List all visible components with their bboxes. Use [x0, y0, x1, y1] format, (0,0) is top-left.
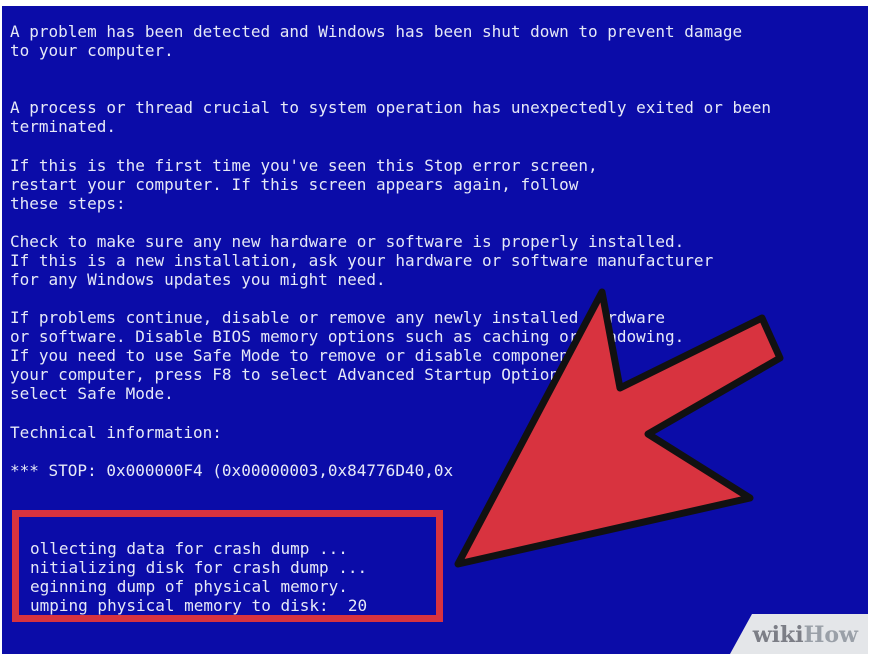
bsod-text-line: A process or thread crucial to system op…	[10, 98, 771, 117]
crash-dump-line: umping physical memory to disk: 20	[30, 596, 368, 615]
bsod-text-line: terminated.	[10, 117, 116, 136]
bsod-text-line: your computer, press F8 to select Advanc…	[10, 365, 579, 384]
crash-dump-line: eginning dump of physical memory.	[30, 577, 348, 596]
bsod-text-line: for any Windows updates you might need.	[10, 270, 386, 289]
crash-dump-line: ollecting data for crash dump ...	[30, 539, 348, 558]
crash-dump-highlight-box: ollecting data for crash dump ... nitial…	[12, 510, 443, 622]
bsod-text-line: If problems continue, disable or remove …	[10, 308, 666, 327]
bsod-text-line: Check to make sure any new hardware or s…	[10, 232, 685, 251]
wikihow-logo: wikiHow	[753, 622, 858, 648]
bsod-text-line: select Safe Mode.	[10, 384, 174, 403]
bsod-text-line: Technical information:	[10, 423, 222, 442]
bsod-text-line: to your computer.	[10, 41, 174, 60]
wikihow-logo-prefix: wiki	[752, 622, 804, 648]
wikihow-logo-suffix: How	[803, 622, 858, 648]
crash-dump-line: nitializing disk for crash dump ...	[30, 558, 368, 577]
bsod-text-line: A problem has been detected and Windows …	[10, 22, 743, 41]
wikihow-watermark: wikiHow	[730, 614, 868, 654]
bsod-text-line: If this is a new installation, ask your …	[10, 251, 714, 270]
bsod-text-line: If this is the first time you've seen th…	[10, 156, 598, 175]
bsod-text-line: restart your computer. If this screen ap…	[10, 175, 579, 194]
bsod-text-line: these steps:	[10, 194, 126, 213]
bsod-text-line: If you need to use Safe Mode to remove o…	[10, 346, 598, 365]
stop-code-line: *** STOP: 0x000000F4 (0x00000003,0x84776…	[10, 461, 454, 480]
bsod-screen: A problem has been detected and Windows …	[2, 6, 868, 654]
bsod-text-line: or software. Disable BIOS memory options…	[10, 327, 685, 346]
